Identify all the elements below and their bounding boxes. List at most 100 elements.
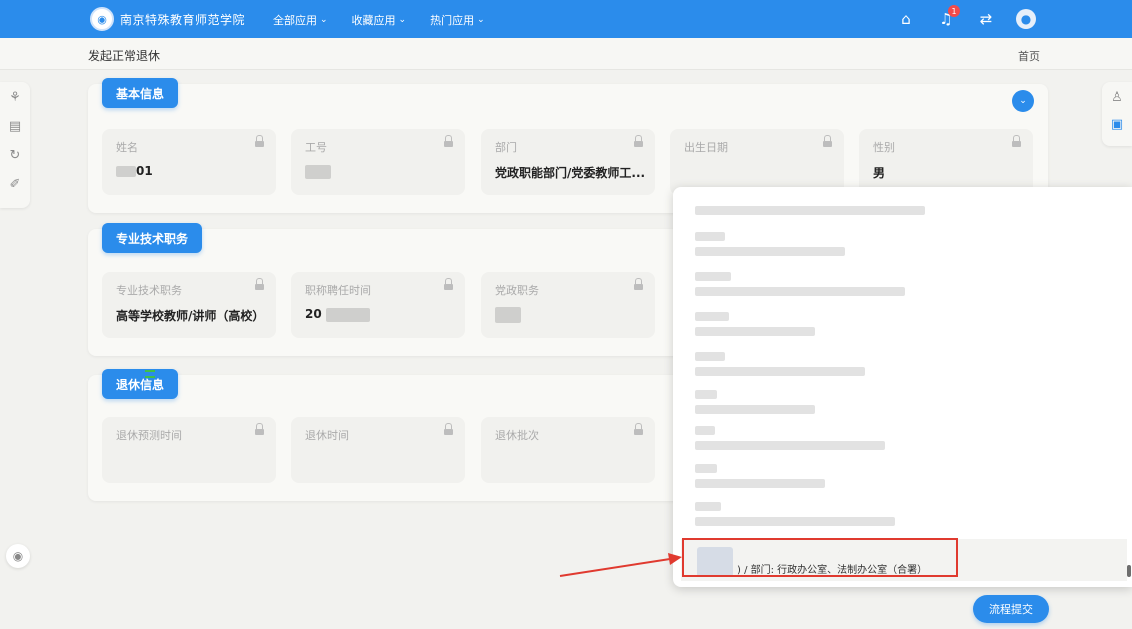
notification-count-badge: 1: [948, 5, 960, 17]
submit-flow-button[interactable]: 流程提交: [973, 595, 1049, 623]
left-tool-rail: ⚘ ▤ ↻ ✐: [0, 82, 30, 208]
refresh-icon[interactable]: ↻: [10, 148, 21, 163]
list-item[interactable]: [695, 459, 825, 493]
name-value: 01: [136, 164, 153, 178]
section-title: 专业技术职务: [102, 223, 203, 253]
redacted-option-name: [695, 312, 729, 321]
redacted-option-dept: [695, 405, 815, 414]
nav-all-apps[interactable]: 全部应用 ⌄: [273, 12, 328, 28]
redacted-option-dept: [695, 517, 895, 526]
briefcase-icon[interactable]: ▣: [1111, 117, 1123, 132]
field-label: 职称聘任时间: [305, 284, 371, 297]
field-predicted-retire-time: 退休预测时间: [102, 417, 276, 483]
field-department: 部门 党政职能部门/党委教师工...: [481, 129, 655, 195]
redacted-option-name: [695, 272, 731, 281]
chevron-down-icon: ⌄: [477, 15, 485, 25]
field-tech-post: 专业技术职务 高等学校教师/讲师（高校）: [102, 272, 276, 338]
field-value: 20: [305, 307, 370, 322]
lock-icon: [823, 135, 832, 148]
appointment-year: 20: [305, 307, 322, 321]
chevron-down-icon: ⌄: [320, 15, 328, 25]
redacted-block: [495, 307, 521, 323]
notification-bell-icon[interactable]: ♫ 1: [936, 5, 960, 29]
list-item[interactable]: [695, 347, 865, 381]
field-party-post: 党政职务: [481, 272, 655, 338]
field-value: 高等学校教师/讲师（高校）: [116, 309, 265, 323]
list-item[interactable]: [695, 307, 815, 341]
field-label: 姓名: [116, 141, 138, 154]
redacted-option-name: [695, 426, 715, 435]
cursor-marker: [145, 370, 155, 378]
field-birth-date: 出生日期: [670, 129, 844, 195]
redacted-option-dept: [695, 441, 885, 450]
lock-icon: [634, 423, 643, 436]
lock-icon: [444, 135, 453, 148]
field-label: 退休预测时间: [116, 429, 182, 442]
field-value: 01: [116, 164, 153, 178]
arrow-shaft: [559, 558, 671, 577]
redacted-option-name: [695, 352, 725, 361]
help-icon[interactable]: ◉: [6, 544, 30, 568]
home-icon[interactable]: ⌂: [896, 9, 916, 29]
list-item[interactable]: [695, 421, 885, 455]
school-logo[interactable]: ◉ 南京特殊教育师范学院: [90, 7, 245, 31]
list-item[interactable]: [695, 497, 895, 531]
org-chart-icon[interactable]: ⚘: [9, 90, 21, 105]
list-item[interactable]: [695, 267, 905, 301]
nav-hot-apps[interactable]: 热门应用 ⌄: [430, 12, 485, 28]
lock-icon: [634, 135, 643, 148]
lock-icon: [444, 278, 453, 291]
field-value: 党政职能部门/党委教师工...: [495, 166, 646, 180]
redacted-option-name: [695, 232, 725, 241]
list-icon[interactable]: ▤: [9, 119, 21, 134]
redacted-option-dept: [695, 247, 845, 256]
lock-icon: [634, 278, 643, 291]
field-value: 男: [873, 166, 886, 180]
lock-icon: [255, 423, 264, 436]
lock-icon: [255, 278, 264, 291]
field-name: 姓名 01: [102, 129, 276, 195]
switch-role-icon[interactable]: ⇄: [976, 9, 996, 29]
lock-icon: [1012, 135, 1021, 148]
redacted-option-name: [695, 390, 717, 399]
page-header: 发起正常退休 首页: [0, 38, 1132, 70]
chevron-down-icon[interactable]: ⌄: [1012, 90, 1034, 112]
field-label: 出生日期: [684, 141, 728, 154]
lock-icon: [444, 423, 453, 436]
field-employee-id: 工号: [291, 129, 465, 195]
list-item[interactable]: [695, 385, 815, 419]
field-retire-batch: 退休批次: [481, 417, 655, 483]
field-retire-time: 退休时间: [291, 417, 465, 483]
field-value: [495, 307, 521, 323]
lock-icon: [255, 135, 264, 148]
field-appointment-time: 职称聘任时间 20: [291, 272, 465, 338]
list-item[interactable]: [695, 193, 925, 227]
field-label: 部门: [495, 141, 517, 154]
nav-favorite-apps[interactable]: 收藏应用 ⌄: [352, 12, 407, 28]
chevron-down-icon: ⌄: [398, 15, 407, 25]
field-label: 党政职务: [495, 284, 539, 297]
home-link[interactable]: 首页: [1018, 48, 1040, 64]
redacted-option-name: [695, 502, 721, 511]
nav-label: 热门应用: [430, 14, 475, 27]
redacted-option-text: [695, 205, 925, 215]
nav-label: 全部应用: [273, 14, 317, 27]
section-title: 退休信息: [102, 369, 179, 399]
main-nav: 全部应用 ⌄ 收藏应用 ⌄ 热门应用 ⌄: [273, 12, 485, 28]
list-item[interactable]: [695, 227, 845, 261]
top-nav-bar: ◉ 南京特殊教育师范学院 全部应用 ⌄ 收藏应用 ⌄ 热门应用 ⌄ ⌂ ♫ 1 …: [0, 0, 1132, 38]
redacted-option-dept: [695, 479, 825, 488]
school-emblem-icon: ◉: [90, 7, 114, 31]
edit-icon[interactable]: ✐: [10, 177, 21, 192]
field-label: 退休批次: [495, 429, 539, 442]
user-avatar-icon[interactable]: ●: [1016, 9, 1036, 29]
field-label: 工号: [305, 141, 327, 154]
section-title: 基本信息: [102, 78, 179, 108]
redacted-block: [116, 166, 136, 177]
approver-picker-dropdown: ) / 部门: 行政办公室、法制办公室（合署）: [673, 187, 1132, 587]
redacted-option-name: [695, 464, 717, 473]
person-icon[interactable]: ♙: [1111, 90, 1123, 105]
redacted-option-dept: [695, 327, 815, 336]
dropdown-scrollbar-thumb[interactable]: [1127, 565, 1131, 577]
header-actions: ⌂ ♫ 1 ⇄ ●: [896, 5, 1036, 29]
